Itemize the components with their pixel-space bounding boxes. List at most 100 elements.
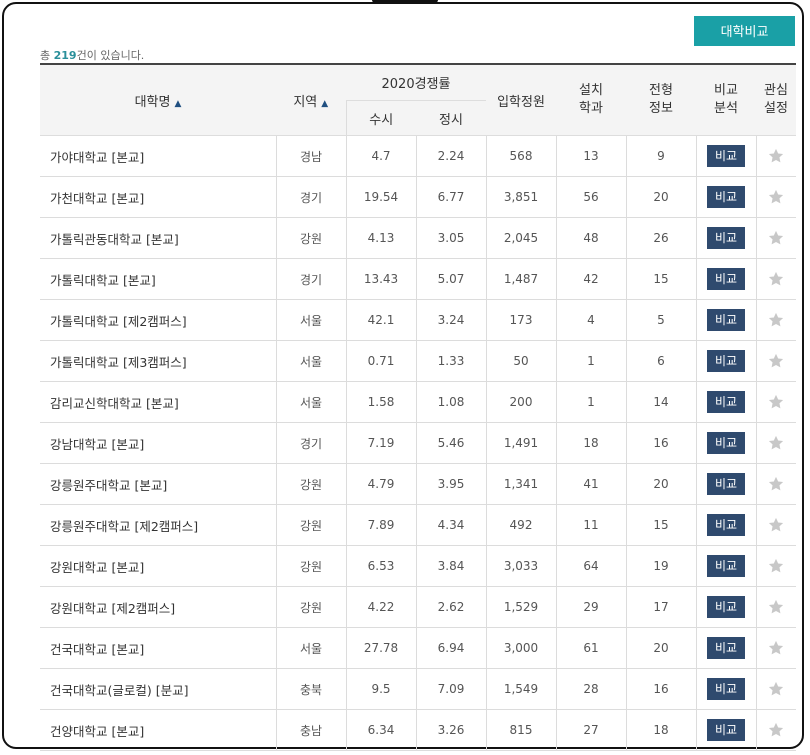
- col-favorite-line2: 설정: [764, 101, 788, 116]
- dept-count-cell: 18: [555, 422, 626, 464]
- susi-rate-cell: 1.58: [345, 381, 416, 423]
- info-count-cell: 20: [625, 627, 696, 669]
- table-row: 가야대학교 [본교] 경남 4.7 2.24 568 13 9 비교: [40, 135, 796, 177]
- star-icon[interactable]: [767, 188, 785, 206]
- sort-asc-icon[interactable]: ▲: [321, 99, 328, 109]
- compare-button[interactable]: 비교: [707, 391, 745, 413]
- compare-button[interactable]: 비교: [707, 432, 745, 454]
- count-prefix: 총: [40, 49, 54, 62]
- col-region-header[interactable]: 지역 ▲: [276, 63, 346, 136]
- info-count-cell: 15: [625, 504, 696, 546]
- university-name: 강릉원주대학교 [본교]: [40, 463, 276, 505]
- susi-rate-cell: 19.54: [345, 176, 416, 218]
- dept-count-cell: 56: [555, 176, 626, 218]
- compare-cell: 비교: [695, 217, 756, 259]
- star-icon[interactable]: [767, 721, 785, 739]
- jeongsi-rate-cell: 1.08: [415, 381, 486, 423]
- star-icon[interactable]: [767, 557, 785, 575]
- compare-cell: 비교: [695, 340, 756, 382]
- jeongsi-rate-cell: 7.09: [415, 668, 486, 710]
- star-icon[interactable]: [767, 270, 785, 288]
- star-icon[interactable]: [767, 598, 785, 616]
- quota-cell: 50: [485, 340, 556, 382]
- info-count-cell: 6: [625, 340, 696, 382]
- compare-cell: 비교: [695, 709, 756, 751]
- favorite-cell: [755, 217, 796, 259]
- compare-button[interactable]: 비교: [707, 637, 745, 659]
- quota-cell: 1,341: [485, 463, 556, 505]
- region-cell: 서울: [275, 340, 346, 382]
- university-name: 가톨릭관동대학교 [본교]: [40, 217, 276, 259]
- star-icon[interactable]: [767, 639, 785, 657]
- compare-button[interactable]: 비교: [707, 145, 745, 167]
- favorite-cell: [755, 381, 796, 423]
- university-name: 가톨릭대학교 [제3캠퍼스]: [40, 340, 276, 382]
- university-name: 가톨릭대학교 [제2캠퍼스]: [40, 299, 276, 341]
- university-name: 감리교신학대학교 [본교]: [40, 381, 276, 423]
- susi-rate-cell: 7.89: [345, 504, 416, 546]
- compare-button[interactable]: 비교: [707, 514, 745, 536]
- compare-cell: 비교: [695, 381, 756, 423]
- quota-cell: 2,045: [485, 217, 556, 259]
- jeongsi-rate-cell: 1.33: [415, 340, 486, 382]
- col-favorite-line1: 관심: [764, 83, 788, 98]
- university-name: 건국대학교(글로컬) [분교]: [40, 668, 276, 710]
- col-rate-group-header: 2020경쟁률: [346, 63, 486, 101]
- star-icon[interactable]: [767, 229, 785, 247]
- jeongsi-rate-cell: 2.62: [415, 586, 486, 628]
- university-compare-button[interactable]: 대학비교: [694, 16, 795, 46]
- info-count-cell: 15: [625, 258, 696, 300]
- favorite-cell: [755, 299, 796, 341]
- table-row: 감리교신학대학교 [본교] 서울 1.58 1.08 200 1 14 비교: [40, 381, 796, 423]
- col-dept-line1: 설치: [579, 83, 603, 98]
- quota-cell: 173: [485, 299, 556, 341]
- col-quota-header: 입학정원: [486, 63, 556, 136]
- sort-asc-icon[interactable]: ▲: [174, 99, 181, 109]
- university-name: 강원대학교 [본교]: [40, 545, 276, 587]
- info-count-cell: 19: [625, 545, 696, 587]
- university-table: 대학명 ▲ 지역 ▲ 2020경쟁률 입학정원 설치 학과 전형 정보 비교 분석 관심 설…: [40, 63, 796, 751]
- compare-button[interactable]: 비교: [707, 309, 745, 331]
- jeongsi-rate-cell: 2.24: [415, 135, 486, 177]
- jeongsi-rate-cell: 3.84: [415, 545, 486, 587]
- university-name: 건양대학교 [본교]: [40, 709, 276, 751]
- jeongsi-rate-cell: 3.26: [415, 709, 486, 751]
- info-count-cell: 20: [625, 463, 696, 505]
- favorite-cell: [755, 709, 796, 751]
- university-name: 강원대학교 [제2캠퍼스]: [40, 586, 276, 628]
- col-favorite-header: 관심설정: [756, 63, 796, 136]
- favorite-cell: [755, 258, 796, 300]
- star-icon[interactable]: [767, 475, 785, 493]
- info-count-cell: 16: [625, 668, 696, 710]
- compare-button[interactable]: 비교: [707, 186, 745, 208]
- compare-button[interactable]: 비교: [707, 268, 745, 290]
- compare-button[interactable]: 비교: [707, 473, 745, 495]
- info-count-cell: 18: [625, 709, 696, 751]
- compare-button[interactable]: 비교: [707, 719, 745, 741]
- compare-button[interactable]: 비교: [707, 350, 745, 372]
- star-icon[interactable]: [767, 516, 785, 534]
- star-icon[interactable]: [767, 352, 785, 370]
- star-icon[interactable]: [767, 393, 785, 411]
- col-name-header[interactable]: 대학명 ▲: [40, 63, 276, 136]
- col-compare-line1: 비교: [714, 83, 738, 98]
- compare-button[interactable]: 비교: [707, 596, 745, 618]
- compare-cell: 비교: [695, 463, 756, 505]
- dept-count-cell: 27: [555, 709, 626, 751]
- star-icon[interactable]: [767, 680, 785, 698]
- university-name: 가천대학교 [본교]: [40, 176, 276, 218]
- star-icon[interactable]: [767, 434, 785, 452]
- info-count-cell: 5: [625, 299, 696, 341]
- region-cell: 충남: [275, 709, 346, 751]
- susi-rate-cell: 4.13: [345, 217, 416, 259]
- star-icon[interactable]: [767, 311, 785, 329]
- compare-button[interactable]: 비교: [707, 678, 745, 700]
- compare-button[interactable]: 비교: [707, 227, 745, 249]
- susi-rate-cell: 6.53: [345, 545, 416, 587]
- table-row: 건국대학교(글로컬) [분교] 충북 9.5 7.09 1,549 28 16 비교: [40, 668, 796, 710]
- compare-button[interactable]: 비교: [707, 555, 745, 577]
- compare-cell: 비교: [695, 135, 756, 177]
- star-icon[interactable]: [767, 147, 785, 165]
- count-suffix: 건이 있습니다.: [76, 49, 145, 62]
- susi-rate-cell: 4.7: [345, 135, 416, 177]
